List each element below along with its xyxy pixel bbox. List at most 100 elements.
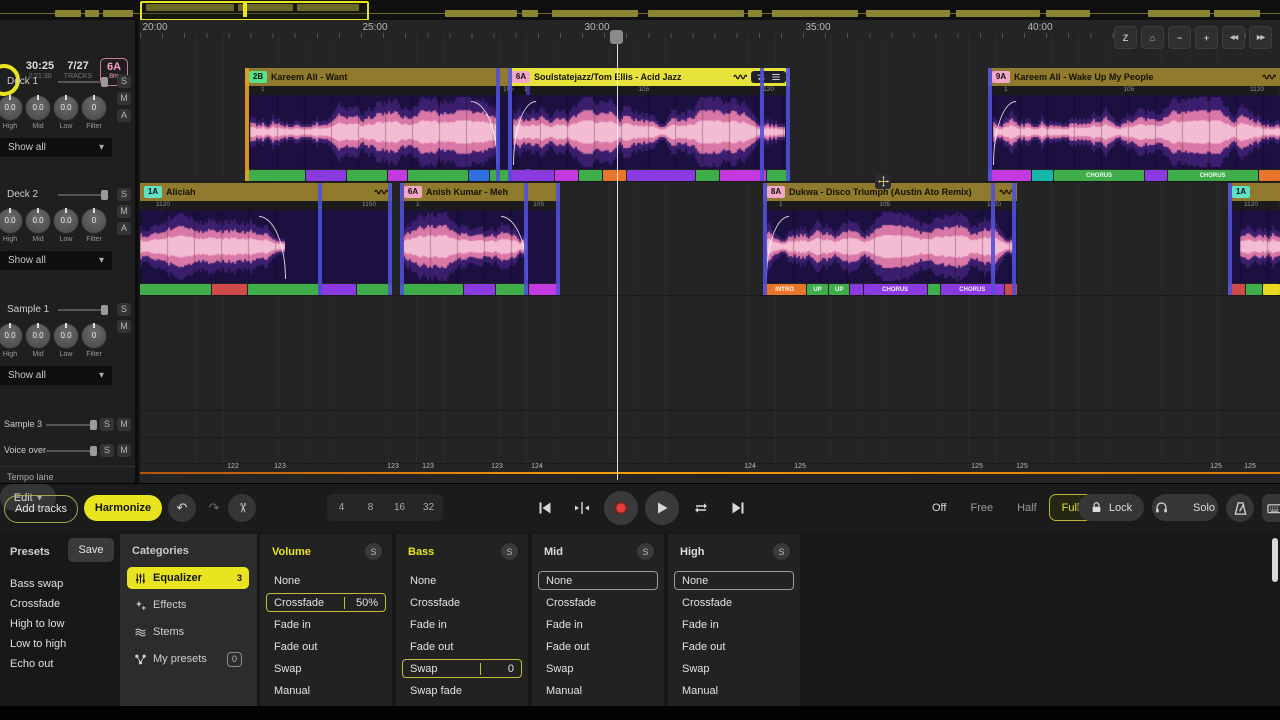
clip-edge-handle[interactable] [388,183,392,295]
bar-length-option-8[interactable]: 8 [356,494,385,521]
clip-edge-handle[interactable] [400,183,404,295]
knob-high[interactable]: 0.0 [0,208,23,234]
record-button[interactable] [604,491,638,525]
lane-volume-slider[interactable] [58,77,108,87]
category-my-presets[interactable]: My presets0 [127,648,249,670]
lane-volume-slider[interactable] [58,305,108,315]
clip-deck1-2[interactable]: 9AKareem Ali - Wake Up My People11051120… [988,68,1280,181]
category-equalizer[interactable]: Equalizer3 [127,567,249,589]
keyboard-shortcuts-button[interactable] [1262,494,1280,522]
fx-option-fade-out[interactable]: Fade out [266,637,386,656]
fx-option-none[interactable]: None [266,571,386,590]
fx-option-fade-out[interactable]: Fade out [538,637,658,656]
knob-filter[interactable]: 0 [81,95,107,121]
fx-option-fade-in[interactable]: Fade in [266,615,386,634]
section-segment[interactable] [579,170,602,181]
clip-deck2-1[interactable]: 6AAnish Kumar - Meh1105 [400,183,560,295]
section-segment[interactable] [1263,284,1280,295]
clip-waveform-area[interactable] [763,210,1017,283]
knob-low[interactable]: 0.0 [53,323,79,349]
clip-waveform-area[interactable] [508,95,790,169]
skip-start-button[interactable] [530,493,560,523]
section-segment[interactable] [1259,170,1280,181]
fx-option-crossfade[interactable]: Crossfade [402,593,522,612]
clip-header[interactable]: 1AAliciah [140,183,392,201]
fx-option-fade-out[interactable]: Fade out [402,637,522,656]
fx-option-swap[interactable]: Swap [538,659,658,678]
fx-option-swap[interactable]: Swap [266,659,386,678]
clip-deck1-0[interactable]: 2BKareem Ali - Want1105 [245,68,530,181]
save-preset-button[interactable]: Save [68,538,114,562]
preset-item-echo-out[interactable]: Echo out [10,658,53,670]
clip-waveform-area[interactable] [1228,210,1280,283]
clip-edge-handle[interactable] [556,183,560,295]
timeline-canvas[interactable]: 20:0025:0030:0035:0040:00 2BKareem Ali -… [140,20,1280,483]
lane-a-button[interactable]: A [117,222,131,235]
lane-m-button[interactable]: M [117,92,131,105]
clip-header[interactable]: 6ASoulstatejazz/Tom Ellis - Acid Jazz [508,68,790,86]
section-segment[interactable] [1145,170,1166,181]
section-segment[interactable] [140,284,211,295]
section-segment[interactable] [400,284,463,295]
section-segment[interactable] [508,170,554,181]
lane-s-button[interactable]: S [117,188,131,201]
tempo-automation-line[interactable] [140,472,1280,474]
section-segment[interactable] [696,170,719,181]
clip-edge-handle[interactable] [508,68,512,181]
show-all-dropdown[interactable]: Show all▾ [0,251,112,270]
lane-s-button[interactable]: S [117,75,131,88]
clip-waveform-area[interactable] [140,210,392,283]
bar-length-option-4[interactable]: 4 [327,494,356,521]
slider-handle[interactable] [90,420,97,430]
move-handle[interactable] [875,174,891,189]
clip-edge-handle[interactable] [991,183,995,295]
section-segment[interactable] [928,284,940,295]
clip-edge-handle[interactable] [1012,183,1016,295]
clip-edge-handle[interactable] [1228,183,1232,295]
metronome-button[interactable] [1226,494,1254,522]
fx-option-none[interactable]: None [402,571,522,590]
timeline-ruler[interactable] [140,33,1280,38]
knob-filter[interactable]: 0 [81,208,107,234]
skip-end-button[interactable] [723,493,753,523]
section-segment[interactable] [212,284,247,295]
solo-button[interactable]: Solo [1152,494,1218,521]
fx-option-crossfade[interactable]: Crossfade50% [266,593,386,612]
home-button[interactable]: ⌂ [1141,26,1164,49]
knob-mid[interactable]: 0.0 [25,208,51,234]
knob-high[interactable]: 0.0 [0,323,23,349]
fx-solo-button[interactable]: S [773,543,790,560]
section-segment[interactable]: CHORUS [1168,170,1258,181]
section-segment[interactable] [347,170,387,181]
harmonize-button[interactable]: Harmonize [84,495,162,521]
section-segment[interactable]: CHORUS [864,284,927,295]
section-segment[interactable] [408,170,468,181]
add-tracks-button[interactable]: Add tracks [4,495,78,523]
knob-filter[interactable]: 0 [81,323,107,349]
section-segment[interactable] [388,170,408,181]
category-stems[interactable]: Stems [127,621,249,643]
lane-s-button[interactable]: S [100,444,114,457]
overview-viewport[interactable] [140,1,369,21]
fx-solo-button[interactable]: S [365,543,382,560]
clip-deck1-1[interactable]: 6ASoulstatejazz/Tom Ellis - Acid Jazz110… [508,68,790,181]
clip-waveform-area[interactable] [245,95,530,169]
section-segment[interactable] [1032,170,1053,181]
lane-m-button[interactable]: M [117,205,131,218]
section-segment[interactable]: UP [807,284,828,295]
tempo-sync-half[interactable]: Half [1005,494,1049,521]
seek-forward-button[interactable]: ▶▶ [1249,26,1272,49]
knob-low[interactable]: 0.0 [53,95,79,121]
tempo-sync-free[interactable]: Free [958,494,1005,521]
clip-deck2-3[interactable]: 1A1120 [1228,183,1280,295]
lane-volume-slider[interactable] [58,190,108,200]
clip-edge-handle[interactable] [763,183,767,295]
lane-volume-slider[interactable] [46,446,96,456]
clip-edge-handle[interactable] [524,183,528,295]
clip-header[interactable]: 6AAnish Kumar - Meh [400,183,560,201]
section-segment[interactable]: CHORUS [1054,170,1144,181]
seek-backward-button[interactable]: ◀◀ [1222,26,1245,49]
zoom-range-button[interactable]: Z [1114,26,1137,49]
preset-item-low-to-high[interactable]: Low to high [10,638,66,650]
section-segment[interactable] [555,170,578,181]
